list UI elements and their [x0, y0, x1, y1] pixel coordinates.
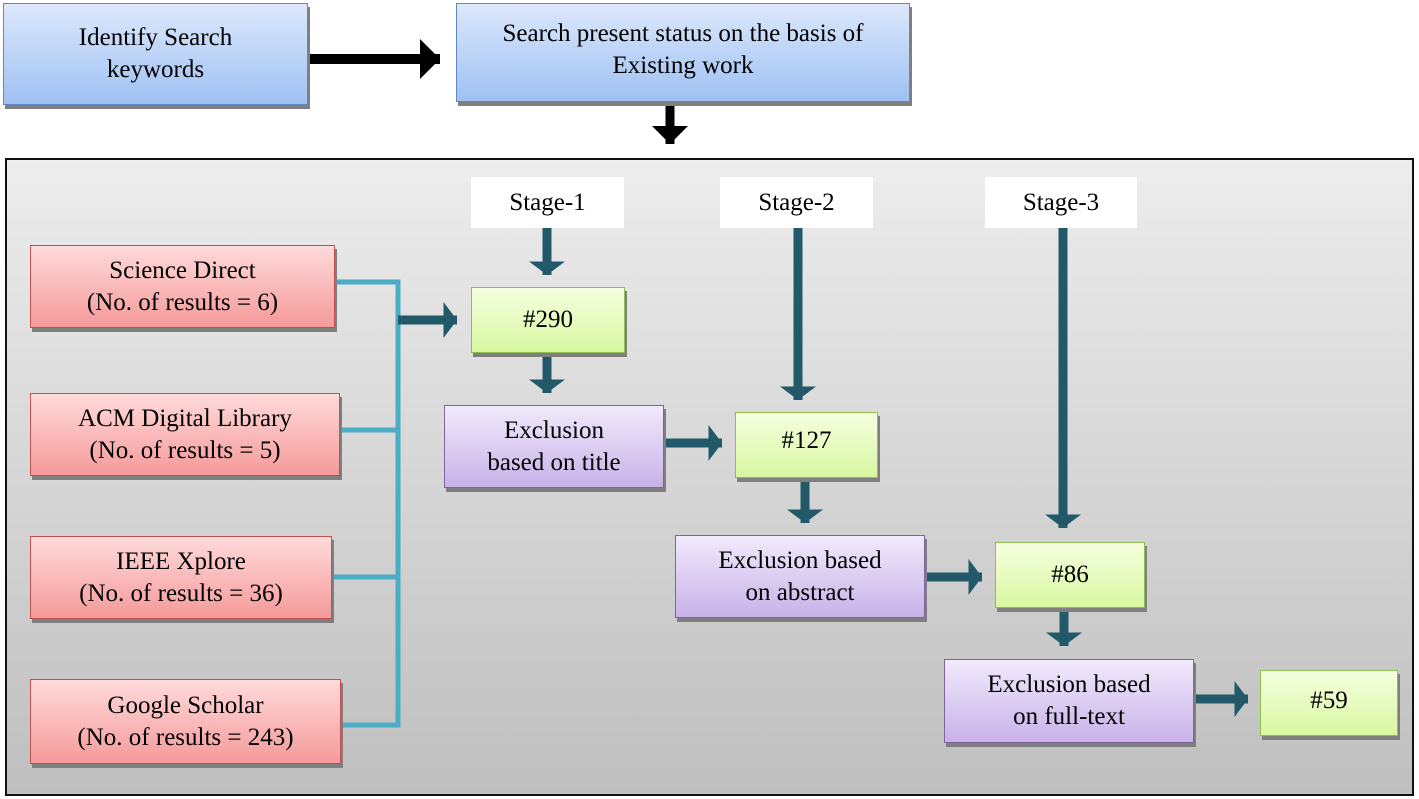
box-text: on abstract: [745, 578, 855, 606]
source-google-scholar: Google Scholar (No. of results = 243): [30, 679, 341, 764]
stage-1-label: Stage-1: [471, 177, 624, 228]
box-text: keywords: [106, 56, 205, 83]
source-name: IEEE Xplore: [116, 547, 246, 575]
source-results: (No. of results = 36): [79, 579, 283, 607]
exclusion-abstract: Exclusion based on abstract: [675, 535, 925, 618]
count-59: #59: [1260, 670, 1398, 736]
count-290: #290: [471, 287, 625, 353]
source-connector: [332, 279, 401, 728]
box-text: Exclusion: [504, 416, 604, 444]
source-acm: ACM Digital Library (No. of results = 5): [30, 393, 340, 476]
source-results: (No. of results = 243): [77, 723, 294, 751]
stage-3-label: Stage-3: [985, 177, 1137, 228]
exclusion-full-text: Exclusion based on full-text: [944, 659, 1194, 743]
source-results: (No. of results = 6): [86, 288, 279, 316]
count-127: #127: [735, 412, 878, 478]
box-text: Search present status on the basis of: [502, 20, 864, 47]
source-science-direct: Science Direct (No. of results = 6): [30, 245, 335, 328]
exclusion-title: Exclusion based on title: [444, 405, 664, 488]
box-text: Exclusion based: [987, 671, 1151, 698]
count-86: #86: [995, 542, 1145, 608]
source-results: (No. of results = 5): [89, 436, 281, 464]
source-name: ACM Digital Library: [78, 404, 292, 432]
box-text: Existing work: [612, 52, 754, 79]
source-name: Google Scholar: [107, 691, 264, 719]
box-text: on full-text: [1013, 703, 1125, 730]
source-ieee: IEEE Xplore (No. of results = 36): [30, 536, 332, 619]
box-text: Exclusion based: [718, 546, 882, 574]
identify-keywords-box: Identify Search keywords: [3, 3, 308, 105]
source-name: Science Direct: [109, 256, 256, 284]
box-text: Identify Search: [78, 24, 233, 51]
box-text: based on title: [487, 448, 621, 476]
search-status-box: Search present status on the basis of Exi…: [456, 3, 910, 102]
stage-2-label: Stage-2: [720, 177, 873, 228]
